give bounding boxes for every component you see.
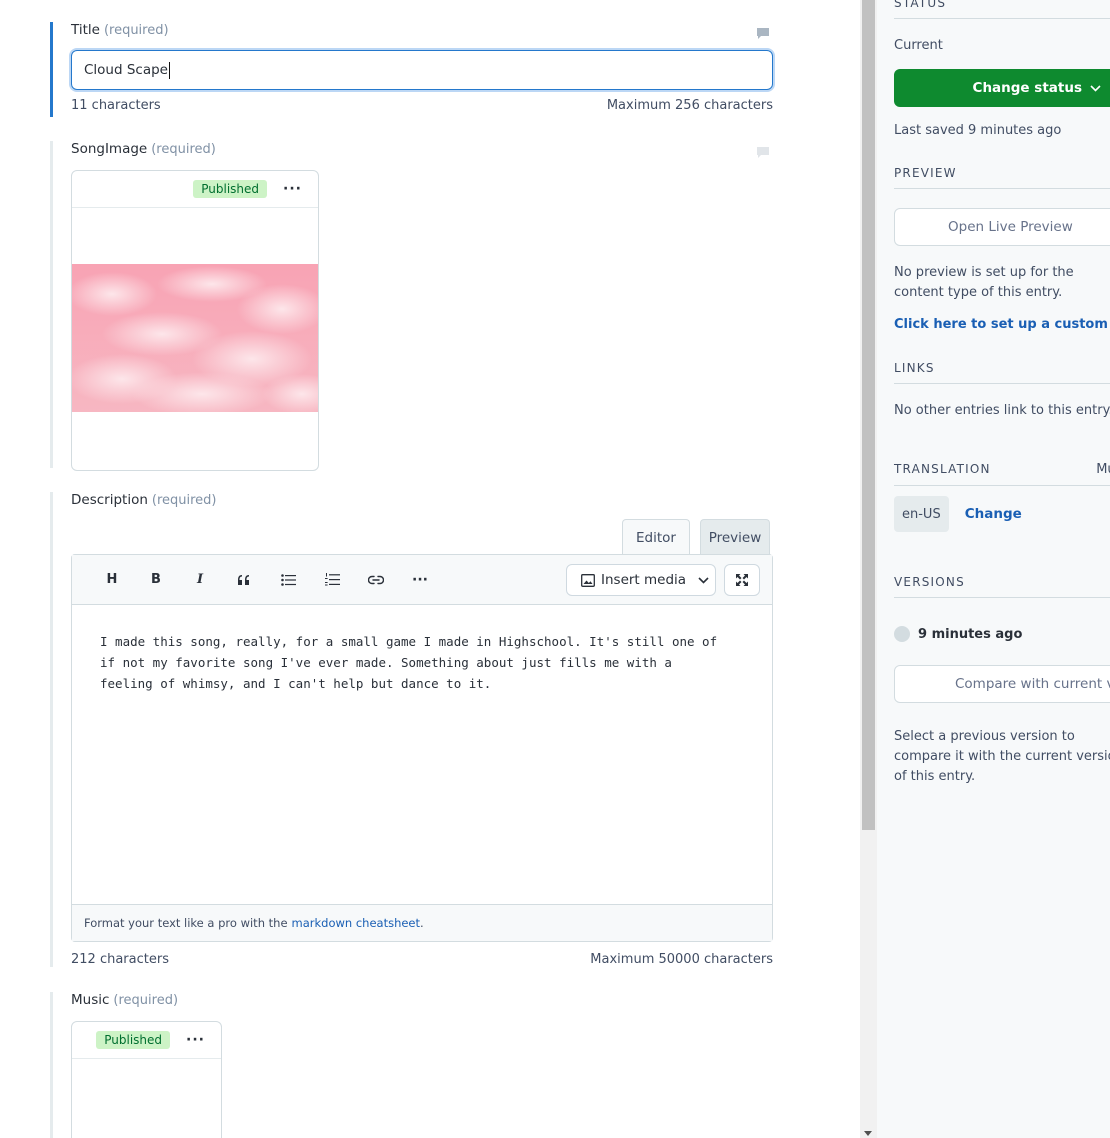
chevron-down-icon bbox=[698, 576, 709, 584]
title-char-count: 11 characters bbox=[71, 98, 161, 113]
title-input[interactable]: Cloud Scape bbox=[71, 50, 773, 90]
asset-card-header: Published ··· bbox=[72, 1022, 221, 1059]
text-caret bbox=[169, 61, 170, 79]
fullscreen-button[interactable] bbox=[724, 564, 760, 596]
quote-button[interactable] bbox=[222, 565, 266, 595]
status-section: STATUS Current Change status Last saved … bbox=[894, 0, 1110, 141]
asset-card-body bbox=[72, 208, 318, 470]
version-timestamp: 9 minutes ago bbox=[918, 626, 1023, 642]
expand-icon bbox=[736, 574, 748, 586]
locale-row: en-US Change bbox=[894, 496, 1110, 532]
status-heading: STATUS bbox=[894, 0, 1110, 19]
numbered-list-button[interactable] bbox=[310, 565, 354, 595]
main-scrollbar[interactable] bbox=[860, 0, 877, 1138]
status-badge: Published bbox=[96, 1031, 171, 1049]
open-live-preview-button[interactable]: Open Live Preview bbox=[894, 208, 1110, 246]
image-icon bbox=[581, 573, 595, 587]
more-toolbar-button[interactable]: ··· bbox=[398, 565, 442, 595]
translation-mode[interactable]: Multi bbox=[1096, 462, 1110, 477]
title-label: Title (required) bbox=[71, 22, 169, 38]
links-heading: LINKS bbox=[894, 361, 1110, 384]
italic-button[interactable]: I bbox=[178, 565, 222, 595]
bullet-list-button[interactable] bbox=[266, 565, 310, 595]
status-current: Current bbox=[894, 38, 943, 53]
more-actions-button[interactable]: ··· bbox=[186, 1033, 205, 1047]
description-char-max: Maximum 50000 characters bbox=[590, 952, 773, 967]
asset-card[interactable]: Published ··· bbox=[71, 170, 319, 471]
quote-icon bbox=[238, 574, 249, 585]
songimage-field: SongImage (required) Published ··· bbox=[50, 141, 790, 471]
compare-version-button[interactable]: Compare with current version bbox=[894, 665, 1110, 703]
title-counter-row: 11 characters Maximum 256 characters bbox=[71, 98, 773, 113]
links-section: LINKS No other entries link to this entr… bbox=[894, 361, 1110, 421]
markdown-cheatsheet-link[interactable]: markdown cheatsheet bbox=[292, 916, 421, 930]
description-label: Description (required) bbox=[71, 492, 217, 508]
cloud-image[interactable] bbox=[72, 264, 318, 412]
bold-button[interactable]: B bbox=[134, 565, 178, 595]
status-badge: Published bbox=[193, 180, 268, 198]
comment-icon[interactable] bbox=[756, 27, 770, 39]
chevron-down-icon bbox=[1090, 84, 1101, 92]
editor-textarea[interactable]: I made this song, really, for a small ga… bbox=[72, 605, 772, 905]
asset-card-header: Published ··· bbox=[72, 171, 318, 208]
editor-footer: Format your text like a pro with the mar… bbox=[72, 904, 772, 941]
scroll-down-arrow-icon[interactable] bbox=[864, 1131, 872, 1136]
versions-note: Select a previous version to compare it … bbox=[894, 729, 1110, 784]
description-char-count: 212 characters bbox=[71, 952, 169, 967]
description-field: Description (required) Editor Preview H … bbox=[50, 492, 790, 967]
numbered-list-icon bbox=[324, 573, 340, 586]
locale-tag: en-US bbox=[894, 496, 949, 532]
change-status-button[interactable]: Change status bbox=[894, 69, 1110, 107]
comment-icon[interactable] bbox=[756, 146, 770, 158]
translation-section: TRANSLATION Multi en-US Change bbox=[894, 462, 1110, 532]
heading-button[interactable]: H bbox=[90, 565, 134, 595]
link-icon bbox=[368, 575, 384, 584]
insert-media-button[interactable]: Insert media bbox=[566, 564, 716, 596]
preview-note: No preview is set up for the content typ… bbox=[894, 265, 1074, 300]
preview-heading: PREVIEW bbox=[894, 166, 1110, 189]
editor-tabs: Editor Preview bbox=[622, 519, 770, 555]
links-note: No other entries link to this entry. bbox=[894, 403, 1110, 418]
version-item[interactable]: 9 minutes ago bbox=[894, 626, 1110, 642]
bullet-list-icon bbox=[280, 573, 296, 586]
entry-sidebar: STATUS Current Change status Last saved … bbox=[877, 0, 1110, 1138]
songimage-label: SongImage (required) bbox=[71, 141, 216, 157]
versions-section: VERSIONS 9 minutes ago Compare with curr… bbox=[894, 575, 1110, 787]
scrollbar-thumb[interactable] bbox=[862, 0, 875, 830]
title-char-max: Maximum 256 characters bbox=[606, 98, 773, 113]
link-button[interactable] bbox=[354, 565, 398, 595]
setup-preview-link[interactable]: Click here to set up a custom content pr… bbox=[894, 317, 1110, 332]
markdown-editor: H B I ··· Insert media I made this song,… bbox=[71, 554, 773, 942]
change-locale-link[interactable]: Change bbox=[965, 506, 1022, 522]
entry-editor: Title (required) Cloud Scape 11 characte… bbox=[0, 0, 860, 1138]
version-radio[interactable] bbox=[894, 626, 910, 642]
title-field: Title (required) Cloud Scape 11 characte… bbox=[50, 22, 790, 117]
description-counter-row: 212 characters Maximum 50000 characters bbox=[71, 952, 773, 967]
translation-heading: TRANSLATION Multi bbox=[894, 462, 1110, 486]
preview-section: PREVIEW Open Live Preview No preview is … bbox=[894, 166, 1110, 332]
more-actions-button[interactable]: ··· bbox=[283, 182, 302, 196]
tab-preview[interactable]: Preview bbox=[700, 519, 770, 555]
music-field: Music (required) Published ··· bbox=[50, 992, 790, 1138]
music-label: Music (required) bbox=[71, 992, 179, 1008]
last-saved-text: Last saved 9 minutes ago bbox=[894, 123, 1062, 138]
asset-card[interactable]: Published ··· bbox=[71, 1021, 222, 1138]
tab-editor[interactable]: Editor bbox=[622, 519, 690, 555]
versions-heading: VERSIONS bbox=[894, 575, 1110, 598]
